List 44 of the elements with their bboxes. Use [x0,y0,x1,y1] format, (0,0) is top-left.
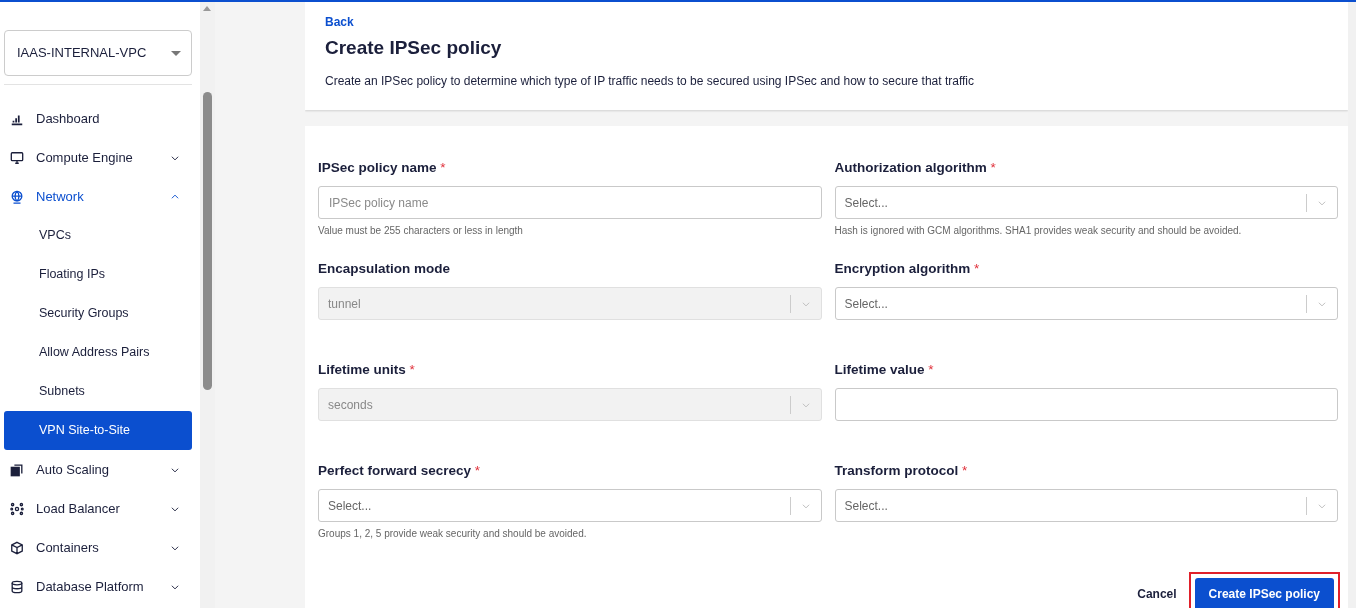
submit-button[interactable]: Create IPSec policy [1194,578,1334,608]
cancel-button[interactable]: Cancel [1131,585,1183,603]
field-label: Encryption algorithm * [834,260,981,278]
input-field[interactable]: IPSec policy name [318,186,822,220]
field-label: Encapsulation mode [318,260,452,278]
nav-item[interactable]: Load Balancer [4,489,192,528]
project-select[interactable]: IAAS-INTERNAL-VPC [4,30,192,76]
field-label: Lifetime units * [318,361,416,379]
nav-item[interactable]: Dashboard [4,99,192,138]
field-hint: Groups 1, 2, 5 provide weak security and should be avoided. [318,527,588,542]
nav-subitem[interactable]: Allow Address Pairs [4,333,192,372]
nav-subitem[interactable]: VPCs [4,216,192,255]
select-field[interactable]: Select... [834,186,1338,220]
input-field[interactable] [834,388,1338,422]
select-field[interactable]: Select... [318,489,822,523]
field-hint: Hash is ignored with GCM algorithms. SHA1 provides weak security and should be avoided. [834,224,1243,239]
globe-icon [10,189,24,204]
nav-subitem[interactable]: Floating IPs [4,255,192,294]
nav-subitem[interactable]: VPN Site-to-Site [4,411,192,450]
field-label: Transform protocol * [834,462,969,480]
nodes-icon [10,501,24,516]
database-icon [10,579,24,594]
stacked-squares-icon [10,462,24,477]
page-title: Create IPSec policy [325,35,503,60]
nav-item[interactable]: Containers [4,528,192,567]
back-link[interactable]: Back [325,15,354,29]
field-hint: Value must be 255 characters or less in length [318,224,524,239]
field-label: Lifetime value * [834,361,935,379]
select-field[interactable]: Select... [834,489,1338,523]
nav-subitem[interactable]: Security Groups [4,294,192,333]
field-label: Authorization algorithm * [834,159,997,177]
page-description: Create an IPSec policy to determine which type of IP traffic needs to be secured using IPSec and how to secure that traffic [325,73,976,90]
scrollbar-thumb[interactable] [203,92,212,390]
caret-icon [171,50,181,56]
select-field[interactable]: Select... [834,287,1338,321]
nav-item[interactable]: Database Platform [4,567,192,606]
field-label: Perfect forward secrecy * [318,462,482,480]
nav-subitem[interactable]: Subnets [4,372,192,411]
nav-item[interactable]: Network [4,177,192,216]
cube-icon [10,540,24,555]
field-label: IPSec policy name * [318,159,447,177]
nav-item[interactable]: Auto Scaling [4,450,192,489]
nav-item[interactable]: Compute Engine [4,138,192,177]
monitor-icon [10,150,24,165]
